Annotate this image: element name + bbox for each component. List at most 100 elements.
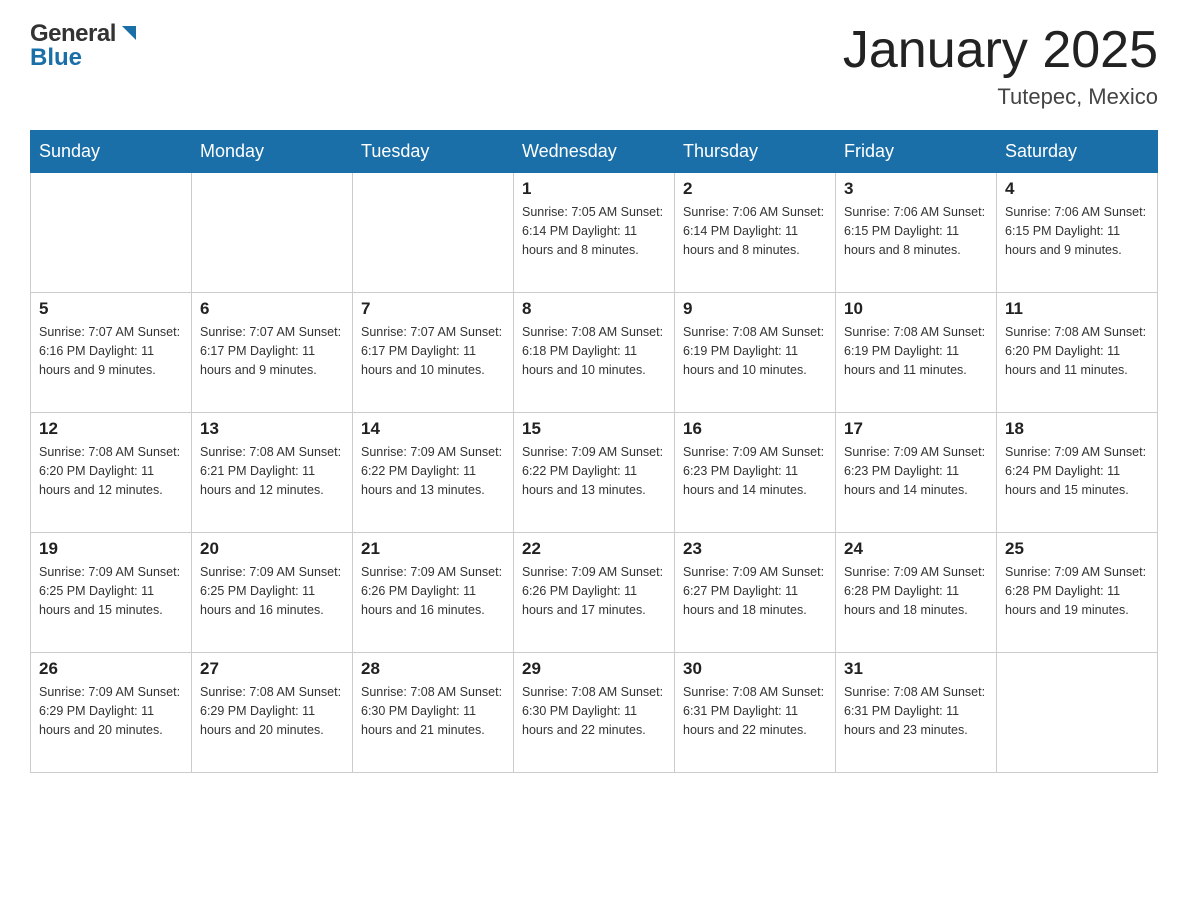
calendar-title: January 2025: [843, 20, 1158, 80]
day-info: Sunrise: 7:08 AM Sunset: 6:31 PM Dayligh…: [844, 683, 988, 739]
day-number: 30: [683, 659, 827, 679]
day-number: 1: [522, 179, 666, 199]
logo-blue-text: Blue: [30, 44, 140, 72]
calendar-day-cell: 28 Sunrise: 7:08 AM Sunset: 6:30 PM Dayli…: [353, 653, 514, 773]
calendar-day-cell: 29 Sunrise: 7:08 AM Sunset: 6:30 PM Dayli…: [514, 653, 675, 773]
calendar-day-cell: 26 Sunrise: 7:09 AM Sunset: 6:29 PM Dayli…: [31, 653, 192, 773]
calendar-day-cell: 18 Sunrise: 7:09 AM Sunset: 6:24 PM Dayli…: [997, 413, 1158, 533]
day-number: 9: [683, 299, 827, 319]
calendar-day-cell: [353, 173, 514, 293]
day-info: Sunrise: 7:09 AM Sunset: 6:29 PM Dayligh…: [39, 683, 183, 739]
day-info: Sunrise: 7:09 AM Sunset: 6:28 PM Dayligh…: [1005, 563, 1149, 619]
calendar-day-cell: 27 Sunrise: 7:08 AM Sunset: 6:29 PM Dayli…: [192, 653, 353, 773]
day-info: Sunrise: 7:08 AM Sunset: 6:20 PM Dayligh…: [1005, 323, 1149, 379]
day-number: 18: [1005, 419, 1149, 439]
calendar-day-cell: 17 Sunrise: 7:09 AM Sunset: 6:23 PM Dayli…: [836, 413, 997, 533]
day-number: 29: [522, 659, 666, 679]
day-number: 31: [844, 659, 988, 679]
day-info: Sunrise: 7:09 AM Sunset: 6:28 PM Dayligh…: [844, 563, 988, 619]
calendar-week-row: 12 Sunrise: 7:08 AM Sunset: 6:20 PM Dayli…: [31, 413, 1158, 533]
calendar-day-cell: 4 Sunrise: 7:06 AM Sunset: 6:15 PM Daylig…: [997, 173, 1158, 293]
day-info: Sunrise: 7:09 AM Sunset: 6:23 PM Dayligh…: [844, 443, 988, 499]
calendar-day-cell: 5 Sunrise: 7:07 AM Sunset: 6:16 PM Daylig…: [31, 293, 192, 413]
day-info: Sunrise: 7:08 AM Sunset: 6:19 PM Dayligh…: [844, 323, 988, 379]
day-number: 21: [361, 539, 505, 559]
day-of-week-header: Thursday: [675, 131, 836, 173]
calendar-day-cell: 7 Sunrise: 7:07 AM Sunset: 6:17 PM Daylig…: [353, 293, 514, 413]
day-number: 17: [844, 419, 988, 439]
calendar-day-cell: 24 Sunrise: 7:09 AM Sunset: 6:28 PM Dayli…: [836, 533, 997, 653]
calendar-header-row: SundayMondayTuesdayWednesdayThursdayFrid…: [31, 131, 1158, 173]
day-info: Sunrise: 7:09 AM Sunset: 6:23 PM Dayligh…: [683, 443, 827, 499]
day-info: Sunrise: 7:06 AM Sunset: 6:14 PM Dayligh…: [683, 203, 827, 259]
day-of-week-header: Sunday: [31, 131, 192, 173]
day-info: Sunrise: 7:08 AM Sunset: 6:30 PM Dayligh…: [361, 683, 505, 739]
calendar-day-cell: 16Sunrise: 7:09 AM Sunset: 6:23 PM Dayli…: [675, 413, 836, 533]
calendar-subtitle: Tutepec, Mexico: [843, 84, 1158, 110]
day-info: Sunrise: 7:08 AM Sunset: 6:19 PM Dayligh…: [683, 323, 827, 379]
day-number: 28: [361, 659, 505, 679]
day-info: Sunrise: 7:07 AM Sunset: 6:17 PM Dayligh…: [361, 323, 505, 379]
calendar-day-cell: 19 Sunrise: 7:09 AM Sunset: 6:25 PM Dayli…: [31, 533, 192, 653]
day-number: 26: [39, 659, 183, 679]
day-of-week-header: Saturday: [997, 131, 1158, 173]
page-header: General Blue January 2025 Tutepec, Mexic…: [30, 20, 1158, 110]
calendar-day-cell: 22Sunrise: 7:09 AM Sunset: 6:26 PM Dayli…: [514, 533, 675, 653]
day-of-week-header: Wednesday: [514, 131, 675, 173]
logo-arrow-icon: [118, 22, 140, 44]
day-info: Sunrise: 7:08 AM Sunset: 6:30 PM Dayligh…: [522, 683, 666, 739]
calendar-day-cell: 12 Sunrise: 7:08 AM Sunset: 6:20 PM Dayli…: [31, 413, 192, 533]
day-number: 7: [361, 299, 505, 319]
day-info: Sunrise: 7:05 AM Sunset: 6:14 PM Dayligh…: [522, 203, 666, 259]
calendar-day-cell: 9 Sunrise: 7:08 AM Sunset: 6:19 PM Daylig…: [675, 293, 836, 413]
title-area: January 2025 Tutepec, Mexico: [843, 20, 1158, 110]
day-info: Sunrise: 7:06 AM Sunset: 6:15 PM Dayligh…: [844, 203, 988, 259]
logo: General Blue: [30, 20, 140, 72]
day-number: 27: [200, 659, 344, 679]
day-number: 24: [844, 539, 988, 559]
day-info: Sunrise: 7:09 AM Sunset: 6:25 PM Dayligh…: [200, 563, 344, 619]
calendar-day-cell: 30 Sunrise: 7:08 AM Sunset: 6:31 PM Dayli…: [675, 653, 836, 773]
day-number: 8: [522, 299, 666, 319]
day-number: 4: [1005, 179, 1149, 199]
calendar-day-cell: 31 Sunrise: 7:08 AM Sunset: 6:31 PM Dayli…: [836, 653, 997, 773]
calendar-day-cell: 10 Sunrise: 7:08 AM Sunset: 6:19 PM Dayli…: [836, 293, 997, 413]
day-info: Sunrise: 7:08 AM Sunset: 6:31 PM Dayligh…: [683, 683, 827, 739]
calendar-week-row: 5 Sunrise: 7:07 AM Sunset: 6:16 PM Daylig…: [31, 293, 1158, 413]
day-info: Sunrise: 7:08 AM Sunset: 6:18 PM Dayligh…: [522, 323, 666, 379]
calendar-day-cell: 8 Sunrise: 7:08 AM Sunset: 6:18 PM Daylig…: [514, 293, 675, 413]
calendar-day-cell: 1 Sunrise: 7:05 AM Sunset: 6:14 PM Daylig…: [514, 173, 675, 293]
calendar-day-cell: 21Sunrise: 7:09 AM Sunset: 6:26 PM Dayli…: [353, 533, 514, 653]
day-of-week-header: Monday: [192, 131, 353, 173]
day-info: Sunrise: 7:07 AM Sunset: 6:16 PM Dayligh…: [39, 323, 183, 379]
calendar-week-row: 19 Sunrise: 7:09 AM Sunset: 6:25 PM Dayli…: [31, 533, 1158, 653]
day-info: Sunrise: 7:08 AM Sunset: 6:21 PM Dayligh…: [200, 443, 344, 499]
day-number: 22: [522, 539, 666, 559]
calendar-table: SundayMondayTuesdayWednesdayThursdayFrid…: [30, 130, 1158, 773]
day-number: 10: [844, 299, 988, 319]
day-info: Sunrise: 7:09 AM Sunset: 6:27 PM Dayligh…: [683, 563, 827, 619]
day-info: Sunrise: 7:08 AM Sunset: 6:29 PM Dayligh…: [200, 683, 344, 739]
day-info: Sunrise: 7:06 AM Sunset: 6:15 PM Dayligh…: [1005, 203, 1149, 259]
day-of-week-header: Friday: [836, 131, 997, 173]
day-number: 19: [39, 539, 183, 559]
day-number: 20: [200, 539, 344, 559]
calendar-day-cell: 13Sunrise: 7:08 AM Sunset: 6:21 PM Dayli…: [192, 413, 353, 533]
day-of-week-header: Tuesday: [353, 131, 514, 173]
calendar-day-cell: [997, 653, 1158, 773]
day-number: 25: [1005, 539, 1149, 559]
calendar-day-cell: 20 Sunrise: 7:09 AM Sunset: 6:25 PM Dayli…: [192, 533, 353, 653]
day-info: Sunrise: 7:09 AM Sunset: 6:25 PM Dayligh…: [39, 563, 183, 619]
day-info: Sunrise: 7:08 AM Sunset: 6:20 PM Dayligh…: [39, 443, 183, 499]
calendar-day-cell: 11Sunrise: 7:08 AM Sunset: 6:20 PM Dayli…: [997, 293, 1158, 413]
calendar-day-cell: 3 Sunrise: 7:06 AM Sunset: 6:15 PM Daylig…: [836, 173, 997, 293]
calendar-day-cell: 2 Sunrise: 7:06 AM Sunset: 6:14 PM Daylig…: [675, 173, 836, 293]
day-number: 3: [844, 179, 988, 199]
day-number: 5: [39, 299, 183, 319]
day-info: Sunrise: 7:09 AM Sunset: 6:24 PM Dayligh…: [1005, 443, 1149, 499]
calendar-day-cell: 25 Sunrise: 7:09 AM Sunset: 6:28 PM Dayli…: [997, 533, 1158, 653]
day-number: 2: [683, 179, 827, 199]
calendar-day-cell: 15Sunrise: 7:09 AM Sunset: 6:22 PM Dayli…: [514, 413, 675, 533]
day-number: 12: [39, 419, 183, 439]
calendar-day-cell: [31, 173, 192, 293]
